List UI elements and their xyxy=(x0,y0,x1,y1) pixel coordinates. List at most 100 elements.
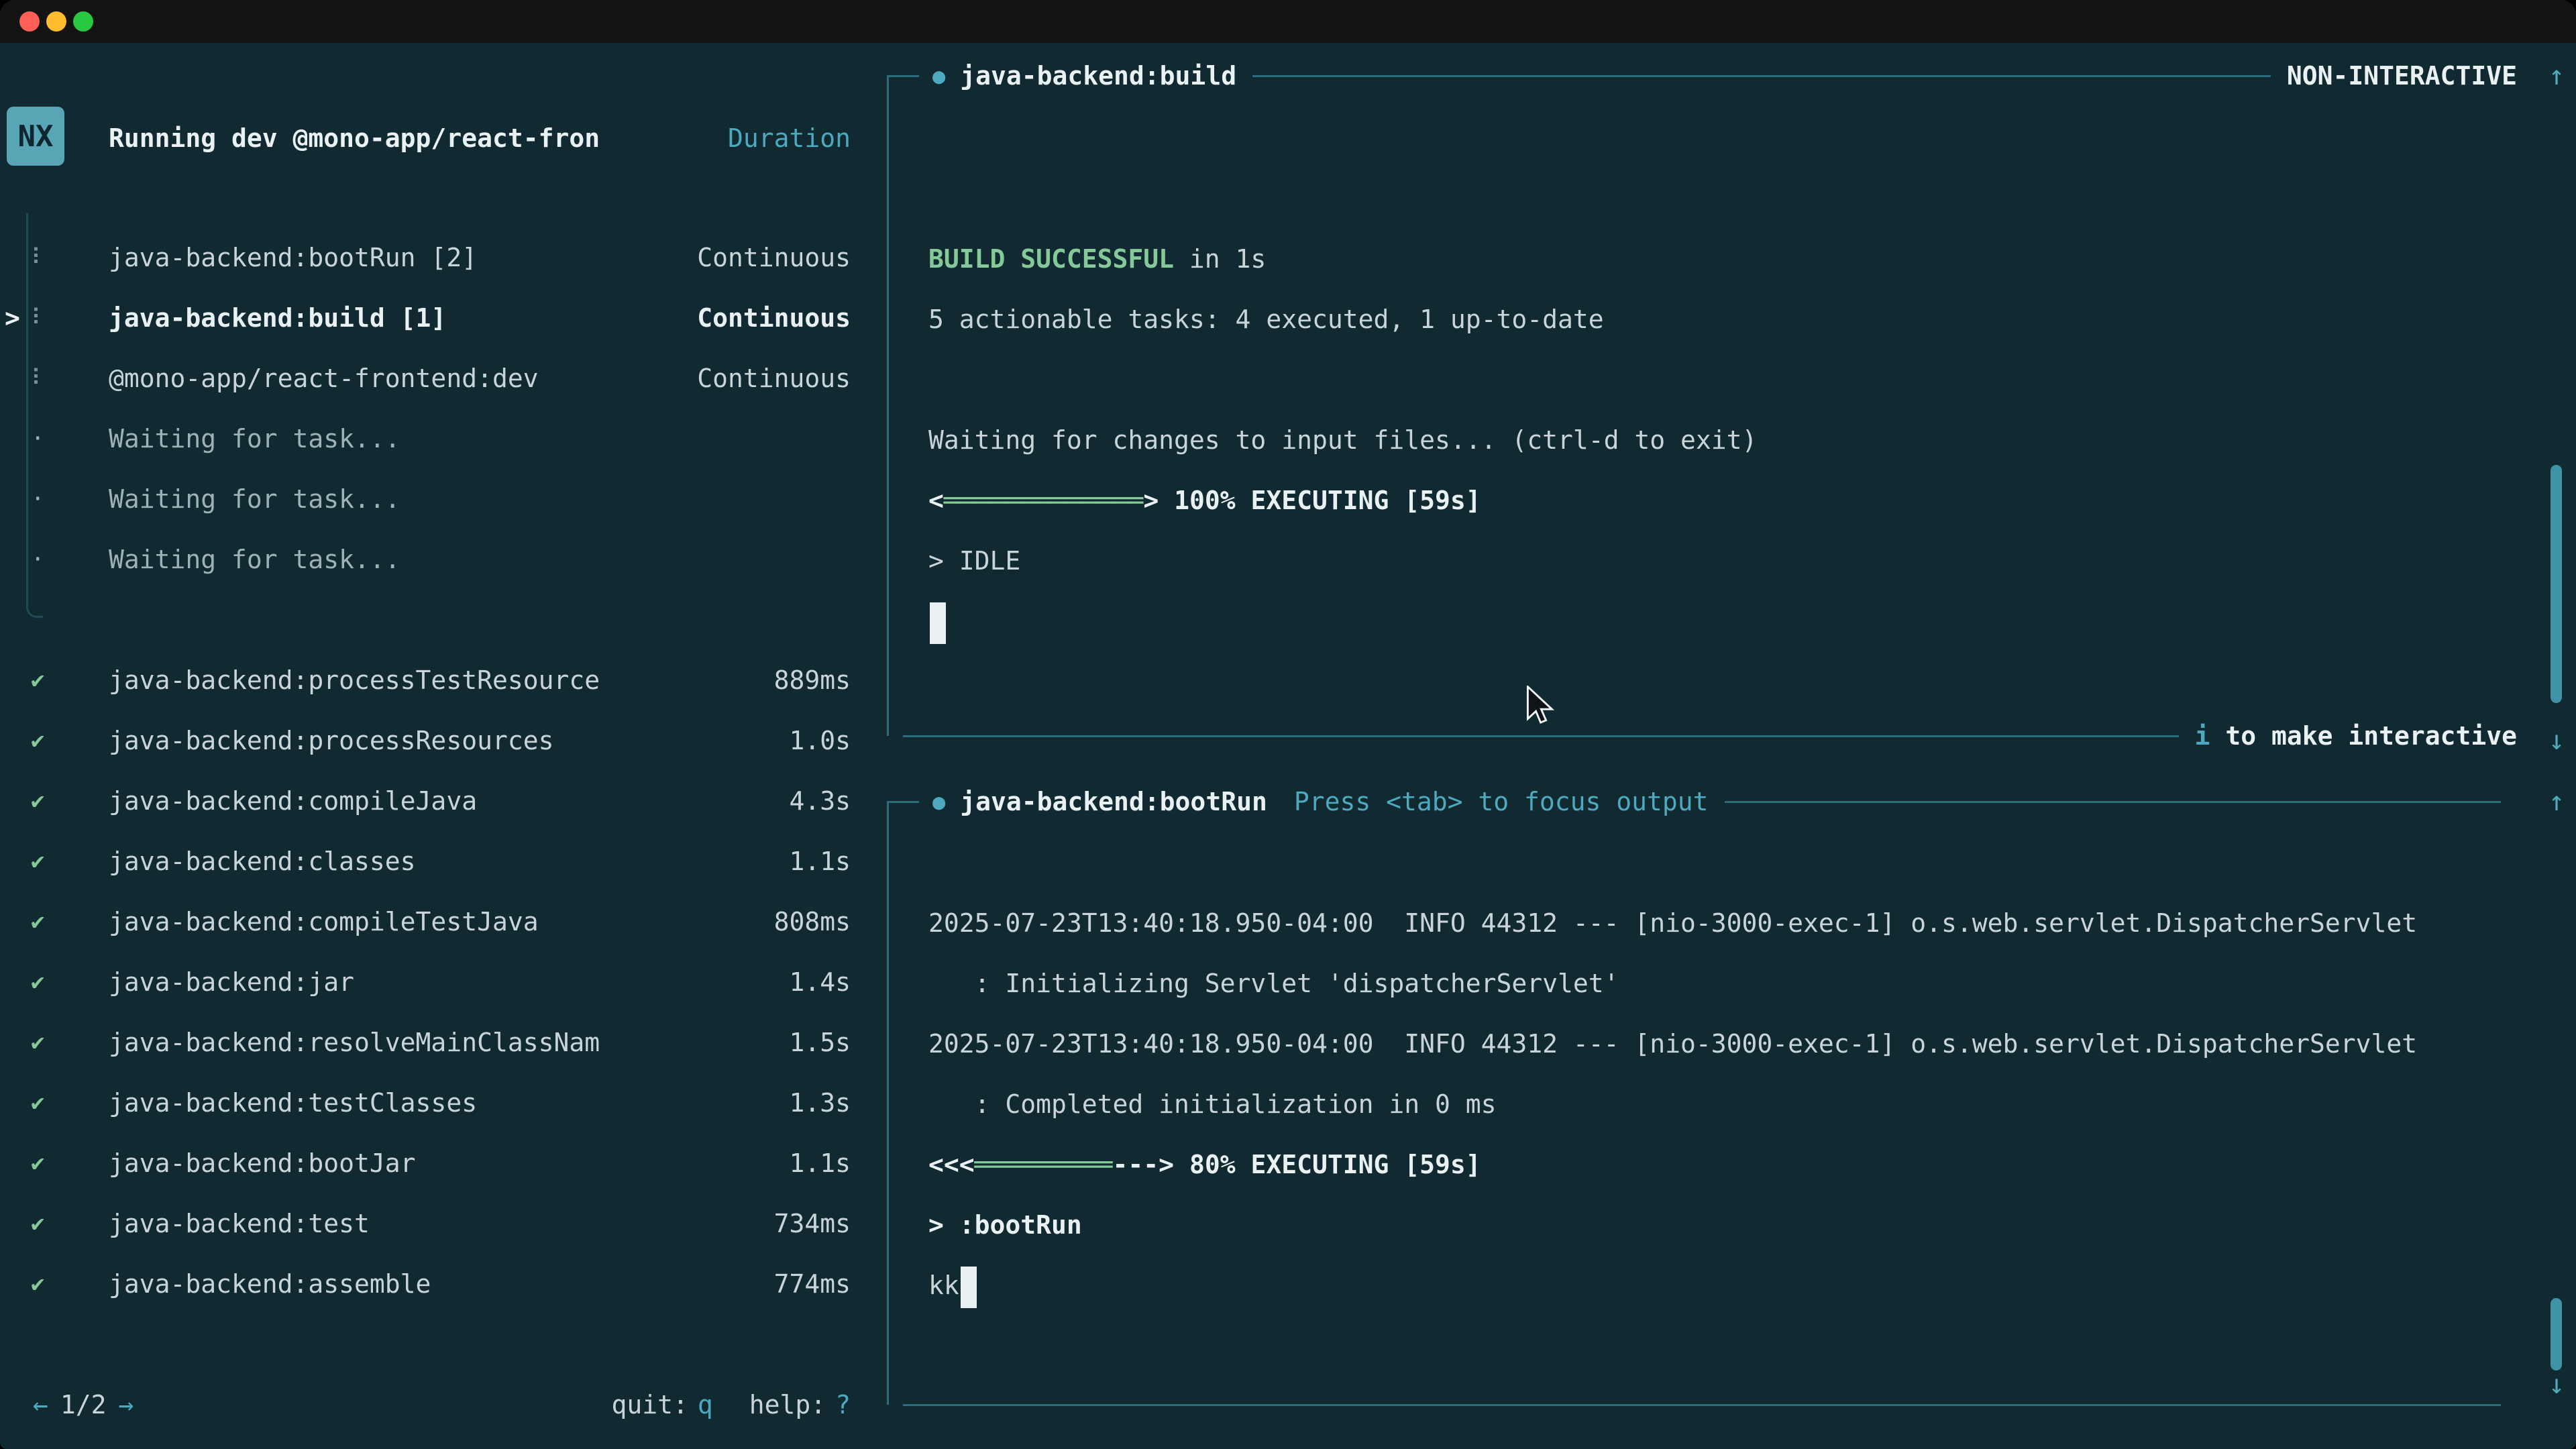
scroll-up-icon[interactable]: ↑ xyxy=(2540,60,2573,91)
scrollbar-thumb[interactable] xyxy=(2551,465,2562,703)
running-task-list: ⠇java-backend:bootRun [2]Continuous>⠇jav… xyxy=(0,227,871,590)
task-row[interactable]: · Waiting for task... xyxy=(0,469,871,529)
help-label: help: xyxy=(749,1390,826,1419)
bootrun-terminal-output[interactable]: 2025-07-23T13:40:18.950-04:00 INFO 44312… xyxy=(928,833,2524,1316)
mouse-cursor xyxy=(1524,686,1555,729)
build-terminal-output[interactable]: BUILD SUCCESSFUL in 1s5 actionable tasks… xyxy=(928,108,2524,651)
task-name: Waiting for task... xyxy=(109,545,851,574)
pane-border xyxy=(887,802,889,1405)
make-interactive-hint: i to make interactive xyxy=(2195,721,2517,751)
task-status: Continuous xyxy=(697,303,851,333)
completed-task-row[interactable]: ✔java-backend:test734ms xyxy=(0,1193,871,1254)
terminal-line: <<<═════════---> 80% EXECUTING [59s] xyxy=(928,1134,2524,1195)
minimize-button[interactable] xyxy=(46,11,66,32)
task-name: java-backend:assemble xyxy=(109,1269,774,1299)
terminal-line: 2025-07-23T13:40:18.950-04:00 INFO 44312… xyxy=(928,893,2524,953)
check-icon: ✔ xyxy=(31,831,78,892)
check-icon: ✔ xyxy=(31,952,78,1012)
completed-task-row[interactable]: ✔java-backend:jar1.4s xyxy=(0,952,871,1012)
interactive-key: i xyxy=(2195,721,2210,751)
task-row[interactable]: ·Waiting for task... xyxy=(0,409,871,469)
task-duration: 1.3s xyxy=(789,1088,851,1118)
completed-task-row[interactable]: ✔java-backend:resolveMainClassNam1.5s xyxy=(0,1012,871,1073)
task-name: Waiting for task... xyxy=(109,484,851,514)
zoom-button[interactable] xyxy=(73,11,93,32)
task-name: java-backend:classes xyxy=(109,847,789,876)
task-name: java-backend:bootJar xyxy=(109,1148,789,1178)
task-duration: 4.3s xyxy=(789,786,851,816)
task-name: java-backend:build [1] xyxy=(109,303,697,333)
task-row[interactable]: >⠇ java-backend:build [1]Continuous xyxy=(0,288,871,348)
nx-logo: NX xyxy=(7,107,64,166)
scroll-up-icon[interactable]: ↑ xyxy=(2540,786,2573,817)
build-output-pane: ● java-backend:build NON-INTERACTIVE BUI… xyxy=(887,76,2530,736)
task-row[interactable]: ⠇@mono-app/react-frontend:devContinuous xyxy=(0,348,871,409)
focus-output-hint: Press <tab> to focus output xyxy=(1294,787,1709,816)
scroll-down-icon[interactable]: ↓ xyxy=(2540,725,2573,756)
bootrun-output-pane: ● java-backend:bootRun Press <tab> to fo… xyxy=(887,802,2530,1405)
pane-title-bar: ● java-backend:bootRun Press <tab> to fo… xyxy=(887,780,2530,823)
sidebar-header: Running dev @mono-app/react-fron Duratio… xyxy=(109,108,851,168)
close-button[interactable] xyxy=(19,11,40,32)
pane-bottom-bar xyxy=(887,1383,2530,1426)
terminal-line: > IDLE xyxy=(928,531,2524,591)
check-icon: ✔ xyxy=(31,710,78,771)
terminal-line xyxy=(928,591,2524,651)
completed-task-row[interactable]: ✔java-backend:processTestResource889ms xyxy=(0,650,871,710)
terminal-line: : Initializing Servlet 'dispatcherServle… xyxy=(928,953,2524,1014)
pane-border xyxy=(887,801,919,803)
task-name: java-backend:testClasses xyxy=(109,1088,789,1118)
spinner-icon: ⠇ xyxy=(31,288,78,348)
task-name: java-backend:bootRun [2] xyxy=(109,243,697,272)
task-name: java-backend:test xyxy=(109,1209,774,1238)
completed-task-row[interactable]: ✔ java-backend:bootJar1.1s xyxy=(0,1133,871,1193)
task-row[interactable]: ⠇java-backend:bootRun [2]Continuous xyxy=(0,227,871,288)
pane-border xyxy=(903,735,2179,737)
spinner-icon: ⠇ xyxy=(31,348,78,409)
terminal-line: 2025-07-23T13:40:18.950-04:00 INFO 44312… xyxy=(928,1014,2524,1074)
pane-border xyxy=(887,75,919,77)
task-bullet-icon: ● xyxy=(932,63,945,89)
task-status: Continuous xyxy=(697,243,851,272)
task-duration: 1.1s xyxy=(789,847,851,876)
task-duration: 1.4s xyxy=(789,967,851,997)
task-name: java-backend:compileJava xyxy=(109,786,789,816)
terminal-window: NX Running dev @mono-app/react-fron Dura… xyxy=(0,0,2576,1449)
check-icon: ✔ xyxy=(31,1133,78,1193)
task-name: @mono-app/react-frontend:dev xyxy=(109,364,697,393)
task-duration: 1.1s xyxy=(789,1148,851,1178)
check-icon: ✔ xyxy=(31,650,78,710)
page-indicator: 1/2 xyxy=(60,1390,107,1419)
prev-page-arrow-icon[interactable]: ← xyxy=(33,1390,48,1419)
scroll-down-icon[interactable]: ↓ xyxy=(2540,1369,2573,1400)
next-page-arrow-icon[interactable]: → xyxy=(119,1390,134,1419)
completed-task-row[interactable]: ✔java-backend:compileJava4.3s xyxy=(0,771,871,831)
terminal-line: BUILD SUCCESSFUL in 1s xyxy=(928,229,2524,289)
bullet-icon: · xyxy=(31,469,78,529)
check-icon: ✔ xyxy=(31,892,78,952)
task-row[interactable]: ·Waiting for task... xyxy=(0,529,871,590)
completed-task-list: ✔java-backend:processTestResource889ms✔j… xyxy=(0,650,871,1314)
sidebar-title: Running dev @mono-app/react-fron xyxy=(109,123,600,153)
terminal-line: 5 actionable tasks: 4 executed, 1 up-to-… xyxy=(928,289,2524,350)
terminal-line: kk xyxy=(928,1255,2524,1316)
completed-task-row[interactable]: ✔ java-backend:classes1.1s xyxy=(0,831,871,892)
completed-task-row[interactable]: ✔java-backend:processResources1.0s xyxy=(0,710,871,771)
sidebar-footer: ← 1/2 → quit: q help: ? xyxy=(33,1375,851,1435)
non-interactive-label: NON-INTERACTIVE xyxy=(2287,61,2517,91)
task-bullet-icon: ● xyxy=(932,789,945,814)
scrollbar-thumb[interactable] xyxy=(2551,1298,2562,1371)
duration-column-header: Duration xyxy=(728,123,851,153)
task-name: java-backend:processResources xyxy=(109,726,789,755)
pane-border xyxy=(1252,75,2271,77)
pane-bottom-bar: i to make interactive xyxy=(887,714,2530,757)
pane-border xyxy=(1725,801,2501,803)
completed-task-row[interactable]: ✔java-backend:compileTestJava808ms xyxy=(0,892,871,952)
window-titlebar xyxy=(0,0,2576,43)
selection-arrow-icon: > xyxy=(5,288,20,348)
terminal-line xyxy=(928,833,2524,893)
completed-task-row[interactable]: ✔java-backend:assemble774ms xyxy=(0,1254,871,1314)
completed-task-row[interactable]: ✔java-backend:testClasses1.3s xyxy=(0,1073,871,1133)
terminal-line: > :bootRun xyxy=(928,1195,2524,1255)
text-cursor xyxy=(961,1267,977,1308)
